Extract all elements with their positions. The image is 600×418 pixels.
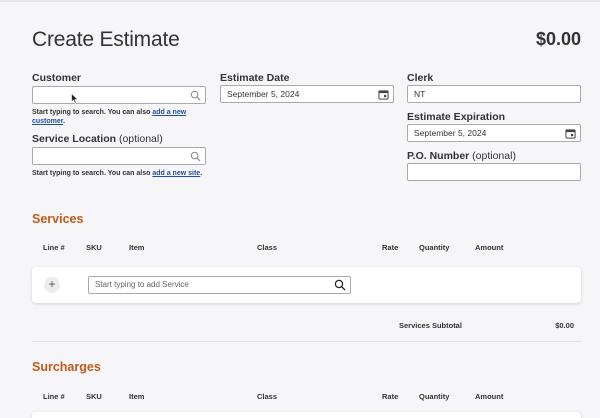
- services-add-row: + Start typing to add Service: [32, 267, 581, 303]
- surcharges-col-quantity: Quantity: [419, 392, 450, 401]
- search-icon: [190, 151, 201, 162]
- services-subtotal-label: Services Subtotal: [399, 321, 462, 330]
- po-number-input[interactable]: [407, 163, 581, 181]
- service-location-label: Service Location (optional): [32, 133, 163, 145]
- surcharges-col-item: Item: [129, 392, 145, 401]
- calendar-icon[interactable]: [565, 128, 576, 139]
- estimate-date-label: Estimate Date: [220, 72, 290, 84]
- service-location-hint-end: .: [200, 170, 203, 177]
- service-location-hint-text: Start typing to search. You can also: [32, 170, 153, 177]
- po-number-label-text: P.O. Number: [407, 150, 470, 162]
- estimate-date-value: September 5, 2024: [227, 89, 300, 99]
- services-col-rate: Rate: [382, 243, 399, 252]
- section-divider: [32, 341, 581, 342]
- services-col-amount: Amount: [475, 243, 504, 252]
- services-col-item: Item: [129, 243, 145, 252]
- page-title: Create Estimate: [32, 28, 180, 51]
- customer-hint-text: Start typing to search. You can also: [32, 109, 153, 116]
- service-location-optional: (optional): [118, 133, 163, 145]
- top-border: [0, 0, 600, 2]
- services-subtotal-value: $0.00: [555, 321, 574, 330]
- plus-icon[interactable]: +: [44, 277, 60, 293]
- surcharges-col-amount: Amount: [475, 392, 504, 401]
- surcharges-col-class: Class: [257, 392, 278, 401]
- surcharges-col-rate: Rate: [382, 392, 399, 401]
- services-title: Services: [32, 212, 84, 226]
- calendar-icon[interactable]: [378, 89, 389, 100]
- clerk-label: Clerk: [407, 72, 434, 84]
- po-number-label: P.O. Number (optional): [407, 150, 516, 162]
- search-icon: [334, 279, 346, 291]
- services-col-line: Line #: [43, 243, 65, 252]
- service-location-input[interactable]: [32, 147, 206, 165]
- search-icon: [190, 90, 201, 101]
- add-service-placeholder: Start typing to add Service: [95, 280, 189, 289]
- service-location-hint: Start typing to search. You can also add…: [32, 169, 212, 178]
- services-col-sku: SKU: [86, 243, 102, 252]
- estimate-total: $0.00: [535, 29, 581, 49]
- clerk-value: NT: [414, 89, 426, 99]
- customer-input[interactable]: [32, 86, 206, 104]
- estimate-expiration-value: September 5, 2024: [414, 128, 487, 138]
- estimate-date-input[interactable]: September 5, 2024: [220, 85, 394, 103]
- add-new-site-link[interactable]: add a new site: [152, 170, 200, 177]
- po-number-optional: (optional): [472, 150, 516, 162]
- add-service-input[interactable]: Start typing to add Service: [88, 276, 351, 294]
- surcharges-row-card: [32, 412, 581, 418]
- estimate-expiration-input[interactable]: September 5, 2024: [407, 124, 581, 142]
- surcharges-title: Surcharges: [32, 360, 101, 374]
- customer-label: Customer: [32, 72, 82, 84]
- surcharges-col-line: Line #: [43, 392, 65, 401]
- customer-hint: Start typing to search. You can also add…: [32, 108, 212, 126]
- customer-hint-end: .: [63, 118, 66, 125]
- surcharges-col-sku: SKU: [86, 392, 102, 401]
- estimate-expiration-label: Estimate Expiration: [407, 111, 506, 123]
- services-col-class: Class: [257, 243, 278, 252]
- service-location-label-text: Service Location: [32, 133, 117, 145]
- services-col-quantity: Quantity: [419, 243, 450, 252]
- mouse-cursor-icon: [71, 93, 79, 104]
- clerk-input[interactable]: NT: [407, 85, 581, 103]
